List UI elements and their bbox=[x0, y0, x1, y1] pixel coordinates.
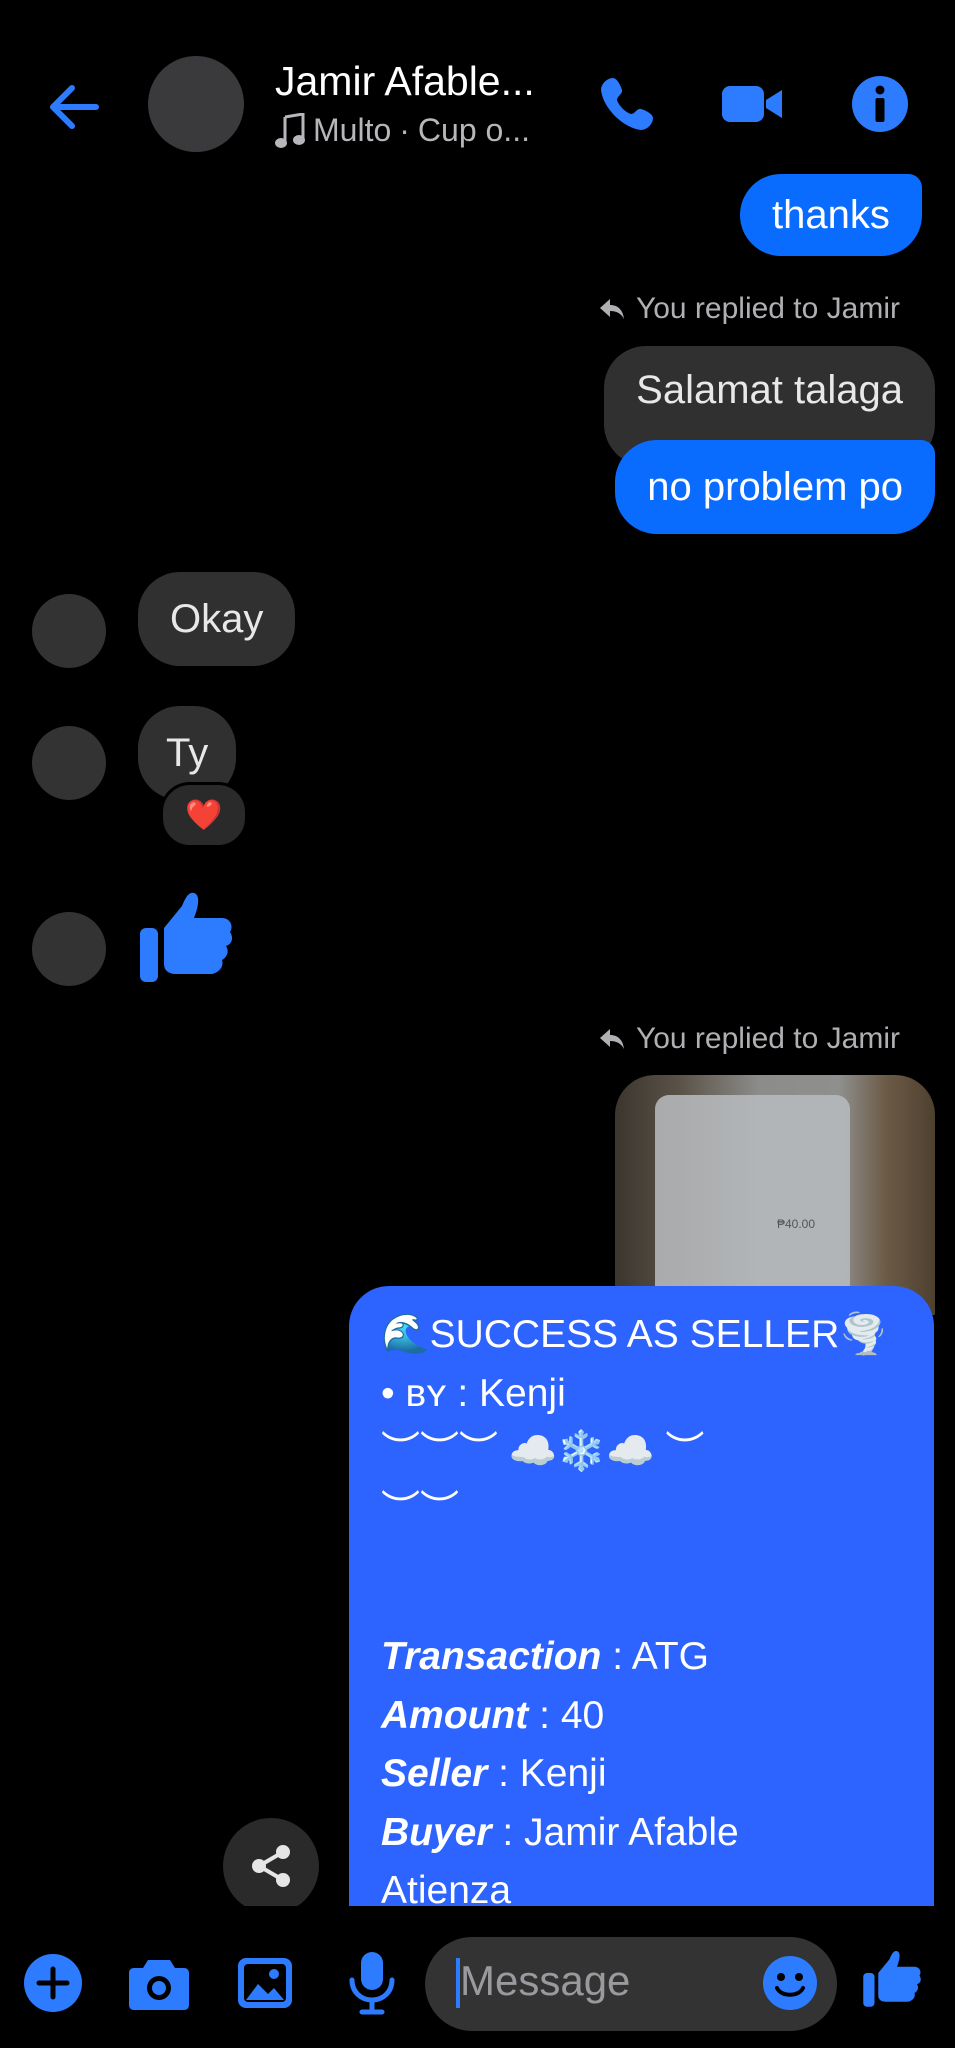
sender-avatar[interactable] bbox=[32, 912, 106, 986]
now-playing[interactable]: Multo · Cup o... bbox=[275, 112, 530, 149]
receipt-screen bbox=[655, 1095, 850, 1310]
quoted-text: Salamat talaga bbox=[636, 368, 903, 412]
song-title: Multo bbox=[313, 112, 392, 148]
emoji-icon[interactable] bbox=[762, 1955, 818, 2011]
card-heading-text: SUCCESS AS SELLER bbox=[429, 1313, 840, 1356]
row-label: Transaction bbox=[381, 1635, 602, 1678]
message-reply[interactable]: no problem po bbox=[615, 440, 935, 534]
message-text: Ty bbox=[166, 730, 209, 775]
reaction-badge[interactable]: ❤️ bbox=[160, 782, 248, 848]
card-decoration: ︶︶ bbox=[381, 1488, 460, 1532]
by-label: • ʙʏ bbox=[381, 1371, 447, 1415]
thumbs-up-icon[interactable] bbox=[138, 888, 234, 984]
reply-indicator: You replied to Jamir bbox=[598, 1022, 900, 1056]
reply-indicator-text: You replied to Jamir bbox=[635, 1022, 900, 1055]
share-icon bbox=[252, 1845, 290, 1887]
by-separator: : bbox=[457, 1371, 469, 1415]
reply-arrow-icon bbox=[599, 299, 624, 319]
row-label: Buyer bbox=[381, 1810, 492, 1854]
sender-avatar[interactable] bbox=[32, 726, 106, 800]
message-text: Okay bbox=[170, 596, 264, 641]
card-heading: 🌊SUCCESS AS SELLER🌪️ bbox=[381, 1306, 902, 1365]
row-label: Seller bbox=[381, 1752, 488, 1795]
back-arrow-icon[interactable] bbox=[40, 72, 110, 142]
row-value: Kenji bbox=[519, 1752, 607, 1795]
reply-indicator: You replied to Jamir bbox=[598, 292, 900, 326]
row-value: Jamir Afable bbox=[524, 1810, 739, 1854]
row-label: Amount bbox=[381, 1693, 529, 1737]
camera-icon[interactable] bbox=[128, 1954, 190, 2012]
microphone-icon[interactable] bbox=[344, 1950, 400, 2016]
message-thanks[interactable]: thanks bbox=[740, 174, 922, 256]
card-row-buyer: Buyer : Jamir Afable bbox=[381, 1804, 902, 1863]
row-value: 40 bbox=[560, 1693, 605, 1737]
tornado-emoji: 🌪️ bbox=[839, 1313, 888, 1356]
heart-reaction: ❤️ bbox=[185, 798, 223, 832]
card-by-line: • ʙʏ : Kenji bbox=[381, 1365, 902, 1424]
row-value: ATG bbox=[631, 1635, 710, 1678]
phone-icon[interactable] bbox=[595, 72, 659, 136]
row-separator: : bbox=[612, 1635, 624, 1678]
sender-avatar[interactable] bbox=[32, 594, 106, 668]
video-camera-icon[interactable] bbox=[720, 72, 784, 136]
card-decoration: ︶︶︶ ☁️❄️☁️ ︶ bbox=[381, 1430, 705, 1473]
music-note-icon bbox=[275, 112, 305, 148]
subtitle-separator: · bbox=[399, 112, 410, 148]
row-separator: : bbox=[539, 1693, 550, 1737]
by-value: Kenji bbox=[479, 1371, 566, 1415]
reply-arrow-icon bbox=[599, 1029, 624, 1049]
message-text: thanks bbox=[772, 192, 890, 237]
receipt-amount: ₱40.00 bbox=[777, 1217, 816, 1231]
info-icon[interactable] bbox=[848, 72, 912, 136]
message-text: no problem po bbox=[647, 464, 903, 509]
song-artist: Cup o... bbox=[417, 112, 530, 148]
quoted-photo[interactable]: ₱40.00 bbox=[615, 1075, 935, 1315]
seller-card-message[interactable]: 🌊SUCCESS AS SELLER🌪️ • ʙʏ : Kenji ︶︶︶ ☁️… bbox=[349, 1286, 934, 1912]
card-row-transaction: Transaction : ATG bbox=[381, 1628, 902, 1687]
contact-avatar[interactable] bbox=[148, 56, 244, 152]
message-okay[interactable]: Okay bbox=[138, 572, 296, 666]
thumbs-up-send-icon[interactable] bbox=[862, 1946, 922, 2010]
row-separator: : bbox=[502, 1810, 514, 1854]
card-row-seller: Seller : Kenji bbox=[381, 1745, 902, 1804]
card-row-amount: Amount : 40 bbox=[381, 1687, 902, 1746]
message-placeholder: Message bbox=[460, 1957, 631, 2004]
image-icon[interactable] bbox=[236, 1954, 294, 2012]
reply-indicator-text: You replied to Jamir bbox=[635, 292, 900, 325]
contact-name[interactable]: Jamir Afable... bbox=[275, 58, 535, 105]
plus-icon[interactable] bbox=[22, 1952, 84, 2014]
share-button[interactable] bbox=[223, 1818, 319, 1914]
wave-emoji: 🌊 bbox=[381, 1313, 430, 1356]
row-separator: : bbox=[498, 1752, 509, 1795]
